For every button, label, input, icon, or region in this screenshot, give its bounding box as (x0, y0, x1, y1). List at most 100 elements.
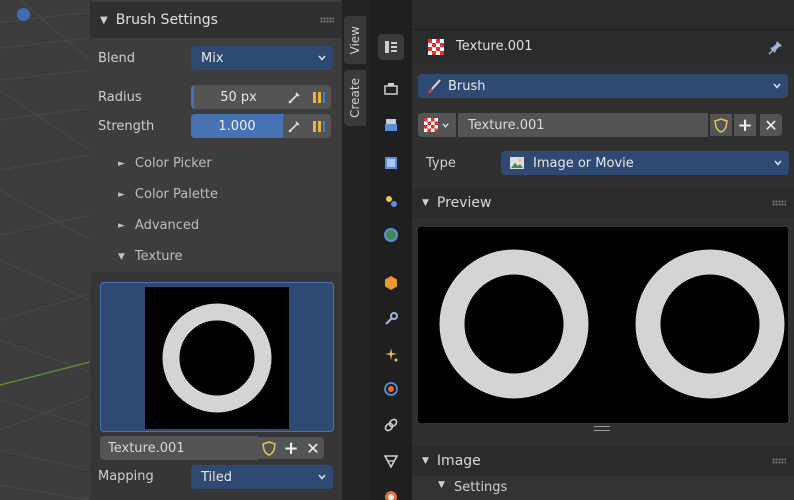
output-icon (385, 119, 397, 131)
tab-material[interactable] (378, 484, 404, 500)
properties-tab-column (370, 0, 412, 500)
tab-world[interactable] (378, 222, 404, 248)
tab-render[interactable] (378, 76, 404, 102)
strength-pressure-button[interactable] (307, 114, 331, 138)
type-label: Type (426, 156, 456, 171)
navigation-gizmo-icon[interactable] (17, 8, 30, 21)
ring-texture-preview (439, 249, 785, 399)
tab-tool[interactable] (378, 34, 404, 60)
properties-header-title: Texture.001 (456, 39, 533, 54)
chevron-down-icon (318, 474, 326, 480)
tab-scene[interactable] (378, 188, 404, 214)
texture-preview-image (145, 287, 289, 429)
tab-constraints[interactable] (378, 412, 404, 438)
strength-value: 1.000 (218, 118, 256, 134)
chevron-down-icon (774, 160, 782, 166)
mapping-label: Mapping (98, 469, 154, 484)
subsection-title: Settings (454, 480, 508, 495)
radius-label: Radius (98, 90, 142, 105)
texture-name-field[interactable]: Texture.001 (100, 436, 258, 460)
chevron-down-icon (442, 122, 449, 128)
color-picker-subpanel[interactable]: ► Color Picker (118, 156, 212, 171)
material-icon (385, 491, 397, 500)
texture-type-dropdown[interactable]: Image or Movie (501, 151, 789, 175)
fake-user-button[interactable] (710, 114, 732, 136)
subpanel-label: Color Picker (134, 156, 212, 171)
eyedropper-icon (288, 92, 300, 104)
strength-eyedropper-button[interactable] (283, 114, 307, 138)
physics-icon (384, 382, 398, 396)
unlink-texture-button[interactable]: ✕ (760, 114, 782, 136)
ring-texture-image (162, 303, 272, 413)
tab-object[interactable] (378, 270, 404, 296)
preview-section-header[interactable]: ▼ Preview (412, 188, 794, 218)
texture-name-field[interactable]: Texture.001 (458, 113, 708, 137)
collapse-arrow-icon: ▼ (100, 14, 108, 26)
texture-browse-button[interactable] (418, 113, 456, 137)
subpanel-label: Color Palette (134, 187, 219, 202)
view-layer-icon (385, 157, 397, 169)
radius-pressure-button[interactable] (307, 85, 331, 109)
object-icon (385, 276, 397, 290)
radius-eyedropper-button[interactable] (283, 85, 307, 109)
strength-slider[interactable]: 1.000 (191, 114, 283, 138)
radius-value: 50 px (220, 89, 257, 105)
pressure-icon (313, 92, 325, 103)
properties-header: Texture.001 (412, 30, 794, 64)
plus-icon: + (283, 437, 299, 459)
new-texture-button[interactable]: + (280, 437, 302, 459)
settings-subsection[interactable]: ▼ Settings (412, 476, 794, 500)
unlink-texture-button[interactable]: ✕ (302, 437, 324, 459)
world-icon (384, 228, 398, 242)
eyedropper-icon (288, 121, 300, 133)
tab-label: Create (348, 78, 362, 118)
3d-viewport[interactable] (0, 0, 90, 500)
chevron-down-icon (318, 55, 326, 61)
collapse-arrow-icon: ▼ (118, 251, 125, 262)
section-title: Preview (436, 195, 492, 211)
brush-settings-icon (428, 79, 441, 93)
blend-dropdown[interactable]: Mix (191, 46, 333, 70)
drag-grip-icon[interactable] (772, 458, 786, 464)
pressure-icon (313, 121, 325, 132)
fake-user-button[interactable] (258, 437, 280, 459)
expand-arrow-icon: ► (118, 158, 125, 169)
tab-view[interactable]: View (344, 16, 366, 64)
pin-icon[interactable] (768, 39, 784, 55)
tab-data[interactable] (378, 448, 404, 474)
expand-arrow-icon: ► (118, 189, 125, 200)
collapse-arrow-icon: ▼ (422, 198, 429, 208)
properties-top-bar (412, 0, 794, 30)
tool-icon (385, 41, 397, 53)
tab-output[interactable] (378, 112, 404, 138)
expand-arrow-icon: ► (118, 220, 125, 231)
radius-field[interactable]: 50 px (191, 85, 283, 109)
tab-physics[interactable] (378, 376, 404, 402)
advanced-subpanel[interactable]: ► Advanced (118, 218, 199, 233)
collapse-arrow-icon: ▼ (422, 456, 429, 466)
tab-label: View (348, 25, 362, 55)
image-section-header[interactable]: ▼ Image (412, 446, 794, 476)
tab-create[interactable]: Create (344, 70, 366, 126)
checker-texture-icon (424, 118, 438, 132)
context-value: Brush (448, 78, 486, 94)
texture-name-value: Texture.001 (108, 440, 185, 456)
sidebar-tab-strip: View Create (342, 0, 370, 500)
texture-context-dropdown[interactable]: Brush (418, 74, 788, 98)
brush-settings-header[interactable]: ▼ Brush Settings (90, 2, 342, 38)
close-icon: ✕ (306, 438, 320, 458)
tab-modifiers[interactable] (378, 306, 404, 332)
texture-subpanel[interactable]: ▼ Texture (118, 249, 183, 264)
color-palette-subpanel[interactable]: ► Color Palette (118, 187, 218, 202)
drag-grip-icon[interactable] (320, 17, 334, 23)
fake-user-shield-icon (262, 441, 276, 456)
preview-resize-handle[interactable] (594, 426, 610, 431)
new-texture-button[interactable]: + (734, 114, 756, 136)
type-value: Image or Movie (533, 155, 634, 171)
tab-particles[interactable] (378, 342, 404, 368)
drag-grip-icon[interactable] (772, 200, 786, 206)
data-icon (383, 455, 399, 469)
tab-view-layer[interactable] (378, 150, 404, 176)
mapping-dropdown[interactable]: Tiled (191, 465, 333, 489)
texture-preview-slot[interactable] (100, 282, 334, 432)
